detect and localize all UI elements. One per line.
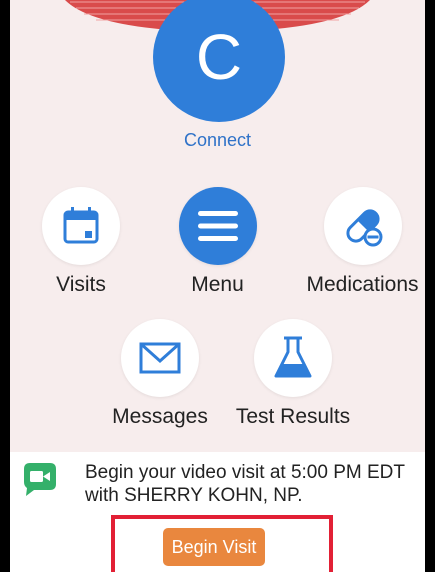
- menu-label: Menu: [191, 273, 244, 296]
- connect-button[interactable]: C: [153, 0, 285, 122]
- menu-button[interactable]: [178, 187, 257, 265]
- messages-label: Messages: [112, 405, 208, 428]
- test-results-button[interactable]: [254, 319, 332, 397]
- video-visit-message: Begin your video visit at 5:00 PM EDT wi…: [85, 462, 405, 506]
- app-screen: C Connect Visits Menu Medications Messag…: [10, 0, 425, 572]
- menu-icon: [197, 211, 238, 241]
- messages-button[interactable]: [121, 319, 199, 397]
- flask-icon: [274, 336, 312, 378]
- visits-label: Visits: [56, 273, 106, 296]
- visits-tile[interactable]: Visits: [26, 187, 136, 297]
- video-visit-banner: Begin your video visit at 5:00 PM EDT wi…: [10, 452, 425, 572]
- medications-tile[interactable]: Medications: [300, 187, 425, 297]
- visits-button[interactable]: [42, 187, 120, 265]
- messages-tile[interactable]: Messages: [100, 319, 220, 429]
- test-results-label: Test Results: [235, 405, 351, 428]
- medications-button[interactable]: [323, 187, 402, 265]
- video-chat-icon: [24, 463, 56, 496]
- connect-label[interactable]: Connect: [10, 130, 425, 151]
- envelope-icon: [139, 342, 181, 374]
- medications-label: Medications: [306, 273, 419, 296]
- highlight-box: [111, 515, 333, 572]
- menu-tile[interactable]: Menu: [160, 187, 275, 297]
- test-results-tile[interactable]: Test Results: [228, 319, 358, 429]
- calendar-icon: [63, 207, 99, 244]
- connect-initial: C: [195, 21, 243, 93]
- pill-icon: [345, 209, 382, 247]
